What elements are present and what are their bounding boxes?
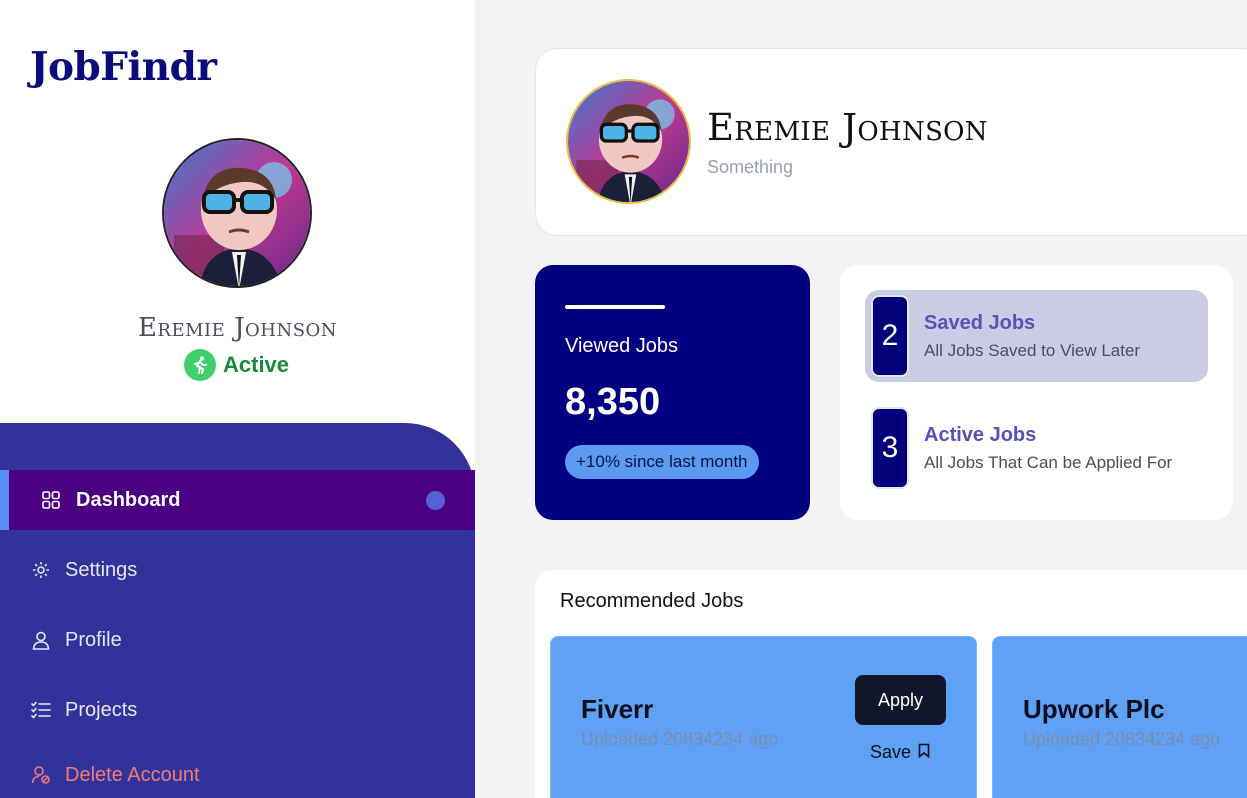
apply-button[interactable]: Apply xyxy=(855,675,946,725)
profile-header-card: Eremie Johnson Something xyxy=(535,48,1247,236)
job-company: Upwork Plc xyxy=(1023,694,1165,724)
job-card[interactable]: Fiverr Uploaded 20834234 ago Apply Save xyxy=(550,636,977,798)
active-jobs-title: Active Jobs xyxy=(924,424,1037,446)
viewed-jobs-card: Viewed Jobs 8,350 +10% since last month xyxy=(535,265,810,520)
user-icon xyxy=(30,629,52,651)
growth-badge: +10% since last month xyxy=(565,445,759,479)
section-title: Recommended Jobs xyxy=(560,590,744,612)
sidebar-item-label: Dashboard xyxy=(76,488,181,511)
checklist-icon xyxy=(30,699,52,721)
avatar-image xyxy=(568,81,689,202)
avatar-image xyxy=(164,140,310,286)
profile-subtitle: Something xyxy=(707,157,794,177)
grid-icon xyxy=(40,489,62,511)
bookmark-icon xyxy=(918,742,930,763)
running-person-icon xyxy=(184,349,216,381)
sidebar-item-label: Profile xyxy=(65,628,122,651)
user-remove-icon xyxy=(30,764,52,786)
sidebar-item-label: Settings xyxy=(65,558,138,581)
active-indicator-dot xyxy=(426,491,445,510)
job-card[interactable]: Upwork Plc Uploaded 20834234 ago xyxy=(992,636,1247,798)
active-jobs-count: 3 xyxy=(871,407,909,489)
gear-icon xyxy=(30,559,52,581)
sidebar-avatar[interactable] xyxy=(162,138,312,288)
viewed-jobs-label: Viewed Jobs xyxy=(565,335,679,357)
avatar[interactable] xyxy=(566,79,691,204)
job-stats-card: 2 Saved Jobs All Jobs Saved to View Late… xyxy=(840,265,1233,520)
job-company: Fiverr xyxy=(581,694,654,724)
active-jobs-item[interactable]: 3 Active Jobs All Jobs That Can be Appli… xyxy=(865,402,1208,494)
saved-jobs-description: All Jobs Saved to View Later xyxy=(924,341,1141,360)
sidebar-item-settings[interactable]: Settings xyxy=(0,540,475,600)
card-accent-bar xyxy=(565,305,665,309)
viewed-jobs-value: 8,350 xyxy=(565,381,661,423)
user-status: Active xyxy=(184,349,289,381)
recommended-jobs-section: Recommended Jobs Fiverr Uploaded 2083423… xyxy=(535,570,1247,798)
sidebar-item-label: Projects xyxy=(65,698,138,721)
save-label: Save xyxy=(870,742,912,762)
sidebar-nav: Dashboard Settings Profile Projects Dele… xyxy=(0,423,475,798)
profile-name: Eremie Johnson xyxy=(707,106,988,149)
app-logo[interactable]: JobFindr xyxy=(30,44,217,90)
sidebar-item-projects[interactable]: Projects xyxy=(0,680,475,740)
sidebar-item-profile[interactable]: Profile xyxy=(0,610,475,670)
sidebar-user-name: Eremie Johnson xyxy=(137,313,338,343)
saved-jobs-item[interactable]: 2 Saved Jobs All Jobs Saved to View Late… xyxy=(865,290,1208,382)
sidebar-item-dashboard[interactable]: Dashboard xyxy=(0,470,475,530)
status-text: Active xyxy=(223,352,290,377)
sidebar-item-label: Delete Account xyxy=(65,763,200,786)
active-jobs-description: All Jobs That Can be Applied For xyxy=(924,453,1173,472)
saved-jobs-title: Saved Jobs xyxy=(924,312,1036,334)
save-job-button[interactable]: Save xyxy=(870,742,930,763)
job-uploaded-time: Uploaded 20834234 ago xyxy=(1023,729,1221,749)
sidebar: JobFindr Eremie Johnson Active Dashboard… xyxy=(0,0,475,798)
job-uploaded-time: Uploaded 20834234 ago xyxy=(581,729,779,749)
saved-jobs-count: 2 xyxy=(871,295,909,377)
sidebar-item-delete-account[interactable]: Delete Account xyxy=(0,745,475,798)
